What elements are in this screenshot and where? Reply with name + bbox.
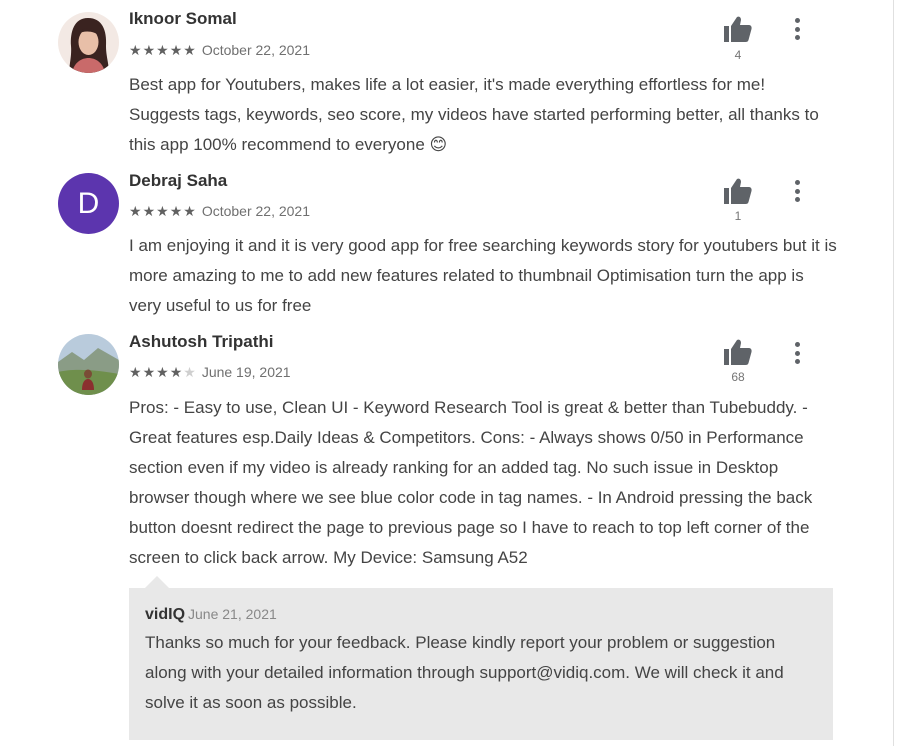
star-rating: ★ ★ ★ ★ ★ (129, 43, 196, 57)
reply-header: vidIQ June 21, 2021 (145, 606, 817, 624)
star-filled-icon: ★ (183, 203, 196, 219)
reply-text: Thanks so much for your feedback. Please… (145, 633, 784, 712)
star-filled-icon: ★ (183, 42, 196, 58)
more-vert-icon[interactable] (787, 178, 807, 204)
developer-reply: vidIQ June 21, 2021 Thanks so much for y… (129, 588, 833, 740)
review-text: I am enjoying it and it is very good app… (129, 236, 837, 315)
review-date: June 19, 2021 (201, 364, 291, 380)
review-author: Iknoor Somal (129, 9, 237, 28)
helpful-count: 68 (731, 370, 745, 384)
thumbs-up-icon[interactable] (722, 177, 754, 205)
review-date: October 22, 2021 (201, 203, 310, 219)
thumbs-up-icon[interactable] (722, 15, 754, 43)
page-divider (893, 0, 894, 746)
review-date: October 22, 2021 (201, 42, 310, 58)
thumbs-up-icon[interactable] (722, 338, 754, 366)
star-filled-icon: ★ (169, 364, 183, 380)
review-text: Best app for Youtubers, makes life a lot… (129, 75, 819, 154)
star-filled-icon: ★ (156, 203, 169, 219)
star-filled-icon: ★ (169, 42, 183, 58)
rating-row: ★ ★ ★ ★ ★ June 19, 2021 (129, 364, 291, 380)
review-author: Debraj Saha (129, 171, 228, 190)
star-filled-icon: ★ (129, 364, 142, 380)
reply-author: vidIQ (145, 606, 186, 623)
star-rating: ★ ★ ★ ★ ★ (129, 365, 196, 379)
review-author: Ashutosh Tripathi (129, 332, 274, 351)
more-vert-icon[interactable] (787, 340, 807, 366)
star-filled-icon: ★ (169, 203, 183, 219)
star-filled-icon: ★ (142, 364, 156, 380)
star-filled-icon: ★ (142, 203, 156, 219)
helpful-count: 1 (734, 209, 742, 223)
star-filled-icon: ★ (129, 203, 142, 219)
reply-date: June 21, 2021 (188, 606, 277, 622)
reply-pointer (145, 576, 169, 588)
star-rating: ★ ★ ★ ★ ★ (129, 204, 196, 218)
more-vert-icon[interactable] (787, 16, 807, 42)
star-filled-icon: ★ (156, 364, 169, 380)
review-text: Pros: - Easy to use, Clean UI - Keyword … (129, 398, 813, 567)
rating-row: ★ ★ ★ ★ ★ October 22, 2021 (129, 42, 310, 58)
star-filled-icon: ★ (156, 42, 169, 58)
helpful-count: 4 (734, 48, 742, 62)
star-empty-icon: ★ (183, 364, 196, 380)
star-filled-icon: ★ (129, 42, 142, 58)
avatar: D (58, 173, 119, 234)
star-filled-icon: ★ (142, 42, 156, 58)
avatar (58, 334, 119, 395)
avatar (58, 12, 119, 73)
rating-row: ★ ★ ★ ★ ★ October 22, 2021 (129, 203, 310, 219)
